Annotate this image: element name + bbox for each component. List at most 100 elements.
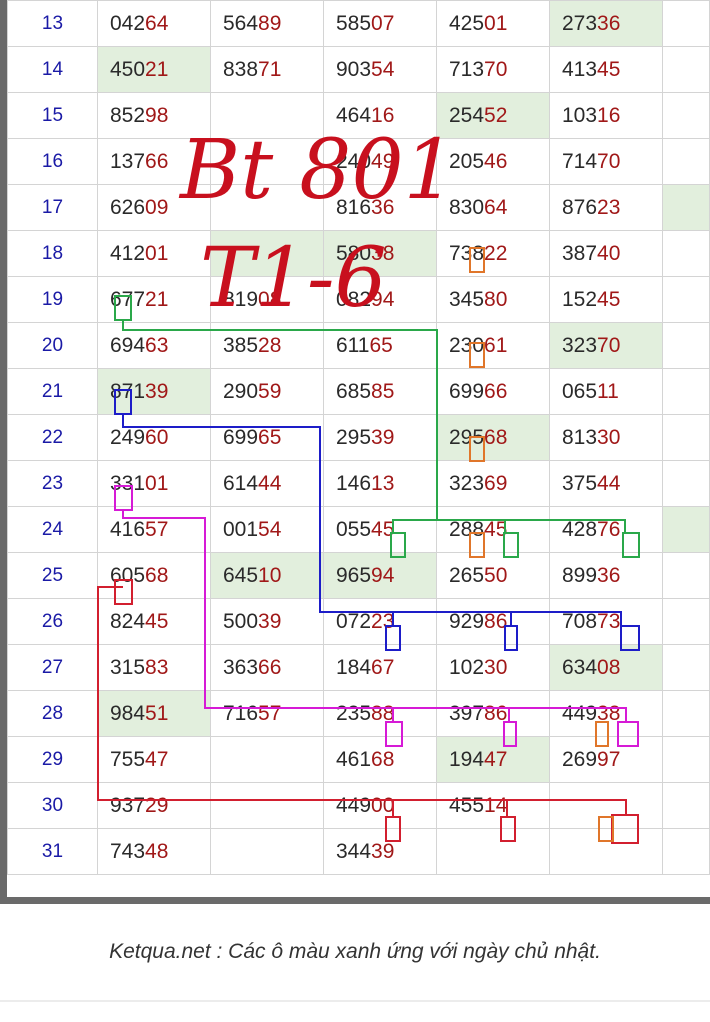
result-tail-digits: 45 <box>597 287 621 311</box>
result-head-digits: 816 <box>336 195 372 219</box>
result-tail-digits: 60 <box>145 425 169 449</box>
result-cell: 81330 <box>549 414 663 461</box>
result-tail-digits: 38 <box>371 241 395 265</box>
extra-cell <box>662 644 710 691</box>
extra-cell <box>662 690 710 737</box>
table-row: 30 93729 44900 45514 <box>7 782 710 829</box>
table-row: 29 75547 46168 19447 26997 <box>7 736 710 783</box>
result-head-digits: 315 <box>110 655 146 679</box>
result-cell <box>210 92 324 139</box>
table-row: 15 85298 46416 25452 10316 <box>7 92 710 139</box>
result-cell: 23588 <box>323 690 437 737</box>
extra-cell <box>662 276 710 323</box>
extra-cell <box>662 322 710 369</box>
result-cell: 45021 <box>97 46 211 93</box>
result-cell: 90354 <box>323 46 437 93</box>
result-tail-digits: 14 <box>484 793 508 817</box>
day-number: 28 <box>7 690 98 737</box>
result-tail-digits: 44 <box>597 471 621 495</box>
result-tail-digits: 64 <box>145 11 169 35</box>
result-head-digits: 694 <box>110 333 146 357</box>
result-head-digits: 072 <box>336 609 372 633</box>
result-head-digits: 852 <box>110 103 146 127</box>
table-bottom-border <box>0 897 710 904</box>
result-head-digits: 230 <box>449 333 485 357</box>
result-cell: 96594 <box>323 552 437 599</box>
result-head-digits: 713 <box>449 57 485 81</box>
result-tail-digits: 54 <box>258 517 282 541</box>
result-cell <box>210 782 324 829</box>
result-head-digits: 564 <box>223 11 259 35</box>
result-tail-digits: 38 <box>597 701 621 725</box>
result-cell: 20546 <box>436 138 550 185</box>
result-cell: 46168 <box>323 736 437 783</box>
day-number: 17 <box>7 184 98 231</box>
result-tail-digits: 65 <box>258 425 282 449</box>
result-cell <box>549 828 663 875</box>
result-head-digits: 743 <box>110 839 146 863</box>
result-tail-digits: 68 <box>484 425 508 449</box>
result-tail-digits: 68 <box>371 747 395 771</box>
result-tail-digits: 16 <box>371 103 395 127</box>
result-head-digits: 205 <box>449 149 485 173</box>
result-tail-digits: 01 <box>484 11 508 35</box>
result-head-digits: 903 <box>336 57 372 81</box>
day-number: 22 <box>7 414 98 461</box>
result-tail-digits: 70 <box>597 149 621 173</box>
result-cell: 10230 <box>436 644 550 691</box>
result-cell: 44938 <box>549 690 663 737</box>
result-tail-digits: 40 <box>597 241 621 265</box>
result-cell: 71370 <box>436 46 550 93</box>
extra-cell <box>662 506 710 553</box>
result-tail-digits: 45 <box>597 57 621 81</box>
result-cell: 34580 <box>436 276 550 323</box>
result-head-digits: 137 <box>110 149 146 173</box>
result-cell: 39786 <box>436 690 550 737</box>
result-tail-digits: 52 <box>484 103 508 127</box>
extra-cell <box>662 782 710 829</box>
result-head-digits: 102 <box>449 655 485 679</box>
result-cell: 24960 <box>97 414 211 461</box>
result-cell: 87623 <box>549 184 663 231</box>
result-tail-digits: 86 <box>484 609 508 633</box>
result-head-digits: 461 <box>336 747 372 771</box>
result-head-digits: 375 <box>562 471 598 495</box>
result-cell: 29568 <box>436 414 550 461</box>
result-head-digits: 716 <box>223 701 259 725</box>
result-cell: 74348 <box>97 828 211 875</box>
day-number: 15 <box>7 92 98 139</box>
result-tail-digits: 83 <box>145 655 169 679</box>
result-head-digits: 344 <box>336 839 372 863</box>
day-number: 21 <box>7 368 98 415</box>
result-cell: 36366 <box>210 644 324 691</box>
extra-cell <box>662 368 710 415</box>
day-number: 14 <box>7 46 98 93</box>
table-row: 25 60568 64510 96594 26550 89936 <box>7 552 710 599</box>
result-cell: 62609 <box>97 184 211 231</box>
result-tail-digits: 01 <box>145 471 169 495</box>
result-tail-digits: 69 <box>484 471 508 495</box>
result-head-digits: 824 <box>110 609 146 633</box>
footer-divider <box>0 1000 710 1002</box>
result-cell: 24049 <box>323 138 437 185</box>
result-head-digits: 184 <box>336 655 372 679</box>
result-head-digits: 412 <box>110 241 146 265</box>
result-head-digits: 626 <box>110 195 146 219</box>
result-tail-digits: 71 <box>258 57 282 81</box>
result-tail-digits: 67 <box>371 655 395 679</box>
result-head-digits: 323 <box>449 471 485 495</box>
result-cell: 60568 <box>97 552 211 599</box>
extra-cell <box>662 0 710 47</box>
result-tail-digits: 29 <box>145 793 169 817</box>
result-tail-digits: 57 <box>145 517 169 541</box>
result-cell: 07223 <box>323 598 437 645</box>
result-head-digits: 001 <box>223 517 259 541</box>
result-head-digits: 288 <box>449 517 485 541</box>
result-head-digits: 042 <box>110 11 146 35</box>
day-number: 13 <box>7 0 98 47</box>
result-cell: 68585 <box>323 368 437 415</box>
result-tail-digits: 85 <box>371 379 395 403</box>
extra-cell <box>662 184 710 231</box>
result-head-digits: 677 <box>110 287 146 311</box>
result-cell: 33101 <box>97 460 211 507</box>
